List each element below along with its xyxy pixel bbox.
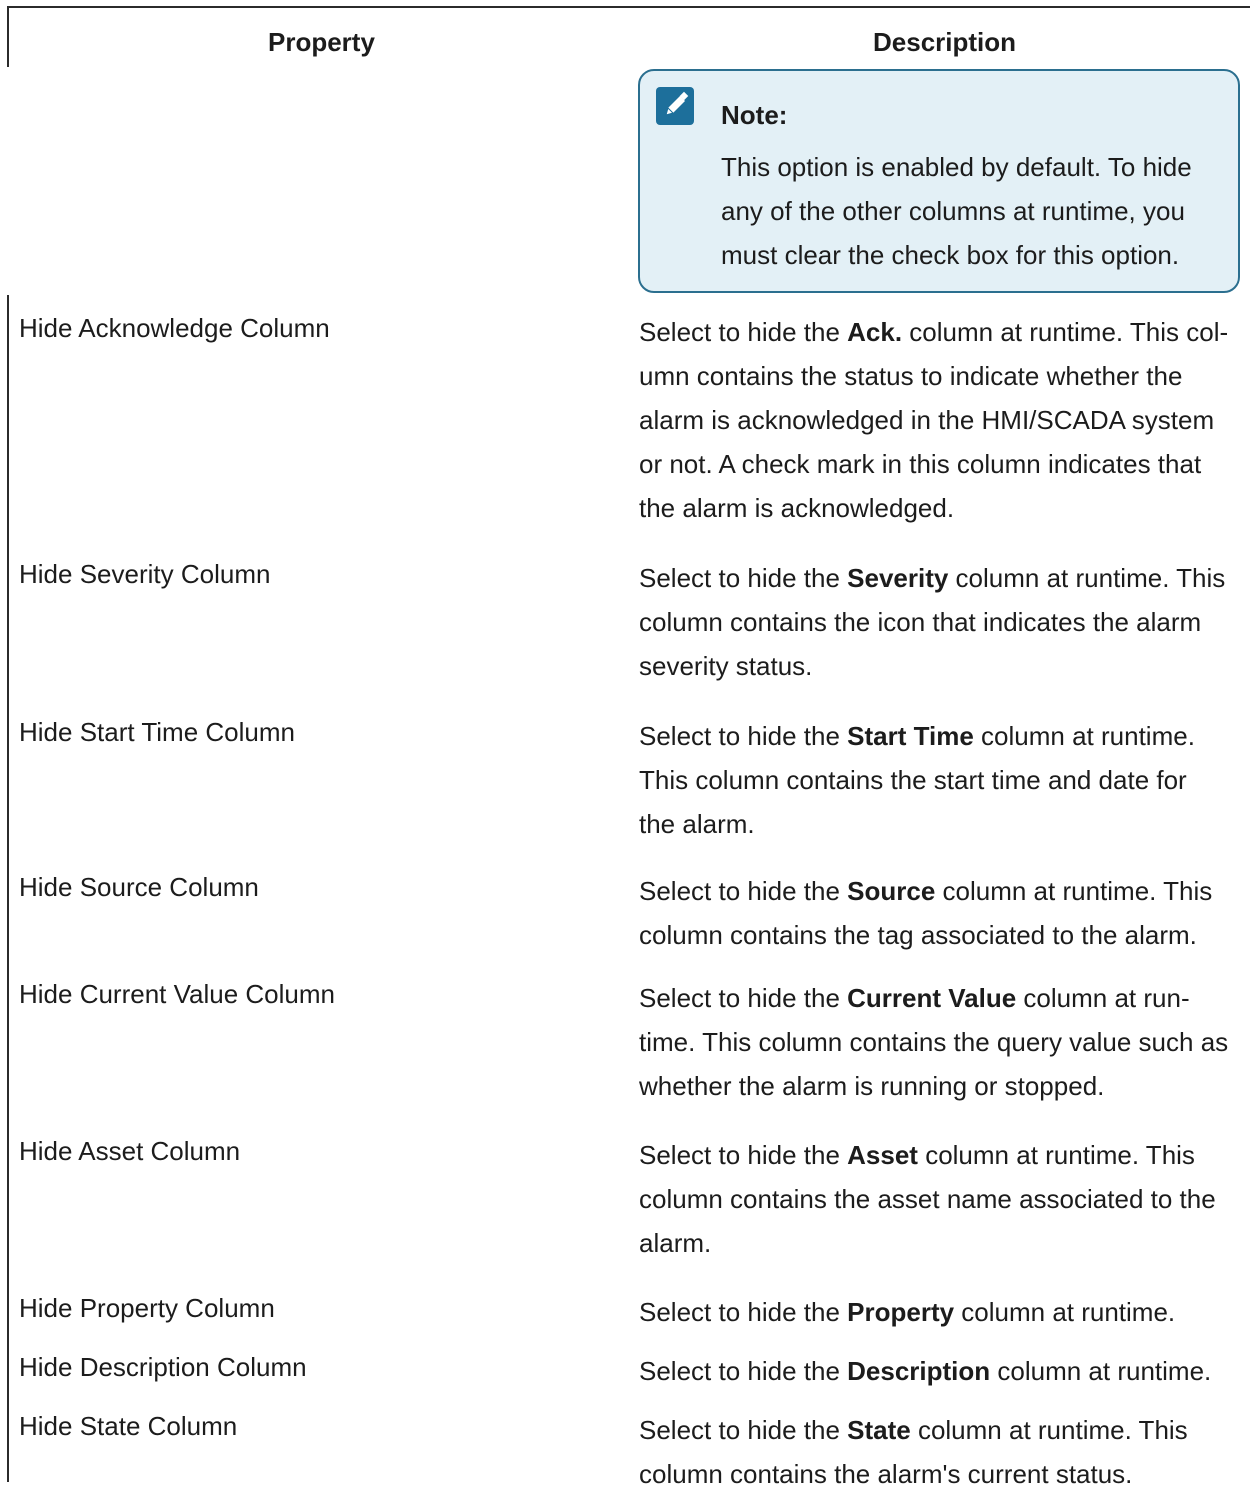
property-description: Select to hide the Ack. column at runtim… (639, 317, 1229, 523)
property-name: Hide Asset Column (19, 1136, 241, 1166)
note-line: must clear the check box for this option… (721, 240, 1180, 270)
property-description: Select to hide the Description column at… (639, 1356, 1212, 1386)
property-name: Hide Description Column (19, 1352, 307, 1382)
column-name: Severity (847, 563, 949, 593)
property-name: Hide Source Column (19, 872, 259, 902)
property-description: Select to hide the Start Time column at … (639, 721, 1195, 839)
note-line: This option is enabled by default. To hi… (721, 152, 1192, 182)
property-name: Hide Acknowledge Column (19, 313, 330, 343)
property-name: Hide Property Column (19, 1293, 275, 1323)
property-name: Hide Current Value Column (19, 979, 335, 1009)
column-name: State (847, 1415, 911, 1445)
column-name: Description (847, 1356, 991, 1386)
description-column-header: Description (873, 27, 1017, 57)
column-name: Property (847, 1297, 955, 1327)
property-description: Select to hide the Severity column at ru… (639, 563, 1226, 681)
property-name: Hide State Column (19, 1411, 238, 1441)
property-description: Select to hide the Source column at runt… (639, 876, 1213, 950)
note-body: This option is enabled by default. To hi… (721, 145, 1221, 277)
table-left-border (7, 295, 9, 1482)
property-name: Hide Start Time Column (19, 717, 295, 747)
property-column-header: Property (268, 27, 375, 57)
column-name: Current Value (847, 983, 1017, 1013)
property-description: Select to hide the Asset column at runti… (639, 1140, 1216, 1258)
note-title: Note: (721, 100, 788, 130)
property-description: Select to hide the State column at runti… (639, 1415, 1188, 1489)
property-description: Select to hide the Current Value column … (639, 983, 1229, 1101)
property-description: Select to hide the Property column at ru… (639, 1297, 1176, 1327)
note-pencil-icon (656, 87, 694, 125)
note-callout: Note: This option is enabled by default.… (638, 69, 1240, 293)
column-name: Start Time (847, 721, 974, 751)
column-name: Ack. (847, 317, 903, 347)
properties-table: Property Description Note: This option i… (0, 0, 1250, 1489)
column-name: Asset (847, 1140, 918, 1170)
table-top-border (7, 6, 1250, 8)
property-name: Hide Severity Column (19, 559, 271, 589)
note-line: any of the other columns at runtime, you (721, 196, 1185, 226)
column-name: Source (847, 876, 936, 906)
table-left-border (7, 6, 9, 67)
